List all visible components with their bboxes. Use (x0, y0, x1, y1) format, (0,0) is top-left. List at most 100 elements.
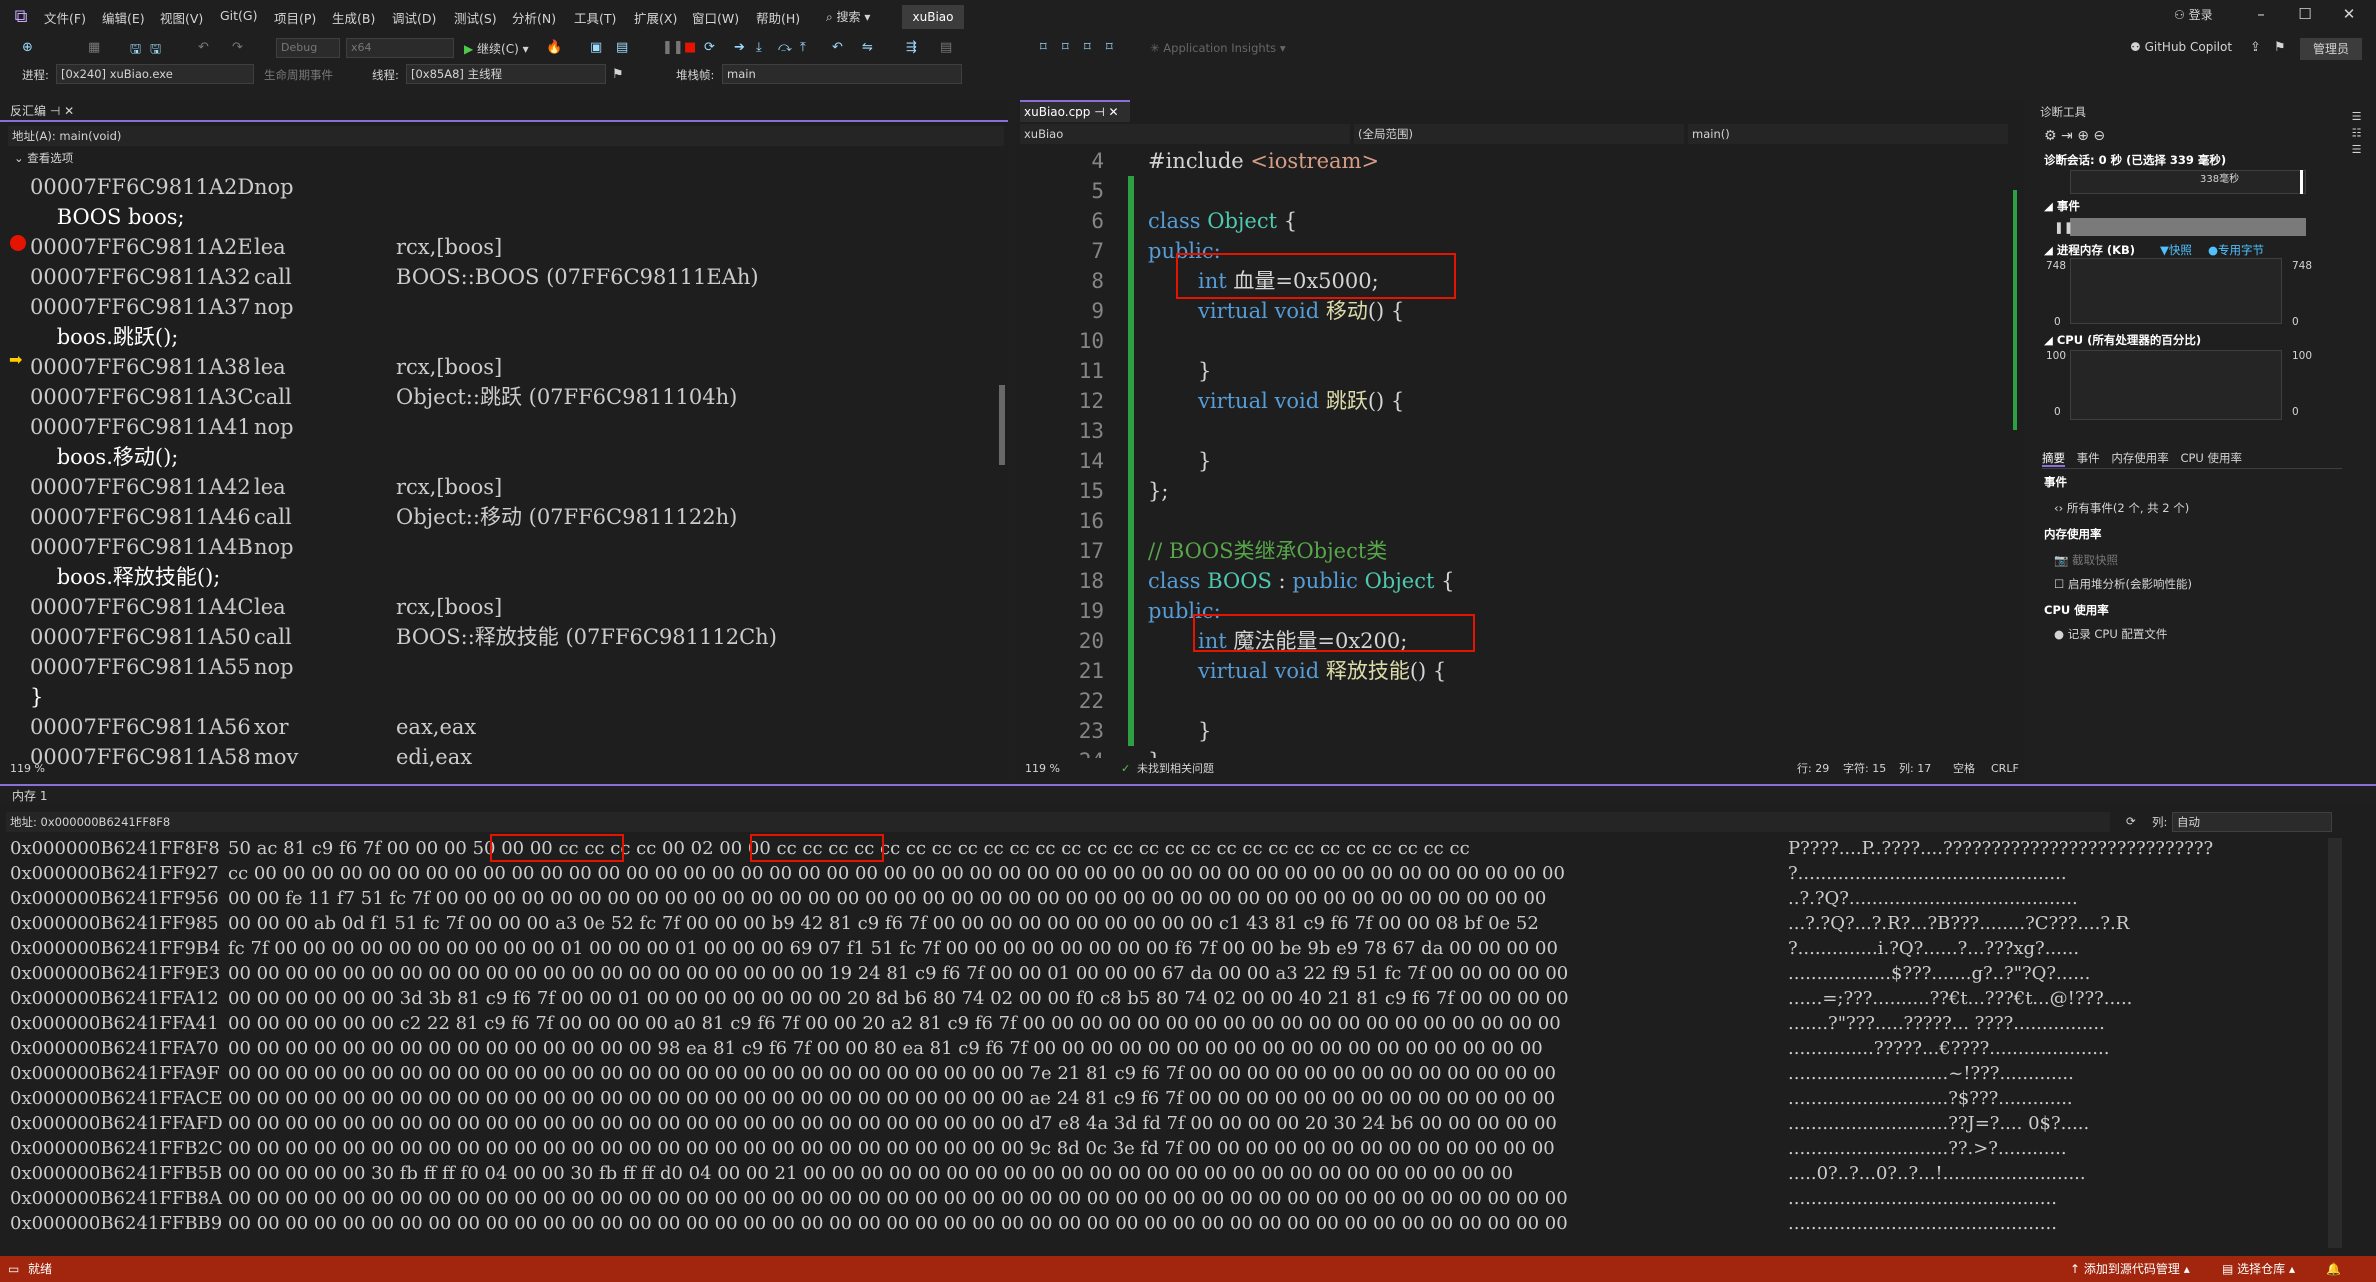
refresh-icon[interactable]: ⟳ (2126, 814, 2136, 828)
zoom-out-icon[interactable]: ⊖ (2093, 128, 2105, 144)
comment-icon[interactable]: ▤ (940, 40, 952, 55)
disassembly-zoom-level[interactable]: 119 % (10, 762, 45, 775)
pin-icon[interactable]: ⊣ (1094, 105, 1104, 119)
maximize-button[interactable]: ☐ (2290, 5, 2320, 23)
memory-bytes[interactable]: 50 ac 81 c9 f6 7f 00 00 00 50 00 00 cc c… (228, 836, 1788, 861)
memory-bytes[interactable]: 00 00 00 00 00 00 00 00 00 00 00 00 00 0… (228, 1111, 1788, 1136)
tab-summary[interactable]: 摘要 (2042, 451, 2065, 467)
export-icon[interactable]: ⇥ (2061, 128, 2073, 144)
memory-bytes[interactable]: 00 00 00 00 00 00 c2 22 81 c9 f6 7f 00 0… (228, 1011, 1788, 1036)
stop-debugging-icon[interactable]: ■ (684, 40, 696, 55)
undo-icon[interactable]: ↶ (198, 40, 209, 55)
memory-scrollbar[interactable] (2328, 838, 2342, 1248)
close-icon[interactable]: ✕ (64, 104, 74, 118)
close-icon[interactable]: ✕ (1109, 105, 1119, 119)
threads-icon[interactable]: ⇶ (906, 40, 917, 55)
menu-analyze[interactable]: 分析(N) (512, 8, 556, 27)
memory-address-input[interactable]: 0x000000B6241FF8F8 (41, 815, 171, 829)
enable-heap-profiling-checkbox[interactable]: ☐ 启用堆分析(会影响性能) (2054, 576, 2192, 592)
github-copilot-button[interactable]: ⚉ GitHub Copilot (2130, 40, 2232, 54)
browser-link-icon[interactable]: ▣ (590, 40, 602, 55)
stack-frame-select[interactable]: main (722, 64, 962, 84)
menu-project[interactable]: 项目(P) (274, 8, 316, 27)
step-over-icon[interactable]: ⤼ (778, 40, 792, 55)
menu-extensions[interactable]: 扩展(X) (634, 8, 677, 27)
tab-memory-1[interactable]: 内存 1 (12, 786, 47, 806)
tab-events[interactable]: 事件 (2077, 451, 2100, 465)
disassembly-address-bar[interactable]: 地址(A): main(void) (8, 126, 1004, 146)
debug-target-icon[interactable]: ▤ (616, 40, 628, 55)
memory-bytes[interactable]: 00 00 00 00 00 00 00 00 00 00 00 00 00 0… (228, 1211, 1788, 1236)
tab-disassembly[interactable]: 反汇编 ⊣ ✕ (10, 101, 74, 121)
menu-tools[interactable]: 工具(T) (574, 8, 616, 27)
settings-icon[interactable]: ⚙ (2044, 128, 2057, 144)
record-cpu-profile-button[interactable]: ● 记录 CPU 配置文件 (2054, 626, 2167, 642)
menu-git[interactable]: Git(G) (220, 8, 258, 23)
menu-file[interactable]: 文件(F) (44, 8, 86, 27)
memory-address-bar[interactable]: 地址: 0x000000B6241FF8F8 (6, 812, 2110, 832)
login-button[interactable]: ⚇ 登录 (2174, 6, 2213, 23)
process-select[interactable]: [0x240] xuBiao.exe (56, 64, 254, 84)
events-track[interactable] (2070, 218, 2306, 236)
memory-bytes[interactable]: cc 00 00 00 00 00 00 00 00 00 00 00 00 0… (228, 861, 1788, 886)
memory-bytes[interactable]: 00 00 00 00 00 00 00 00 00 00 00 00 00 0… (228, 1061, 1788, 1086)
select-repository-button[interactable]: ▤ 选择仓库 ▴ (2222, 1256, 2295, 1282)
notifications-icon[interactable]: 🔔 (2326, 1256, 2341, 1282)
save-all-icon[interactable]: 🖫 (150, 40, 161, 62)
take-snapshot-button[interactable]: 📷 截取快照 (2054, 552, 2118, 568)
next-bookmark-icon[interactable]: ⌑ (1084, 40, 1091, 55)
tab-xubiao-cpp[interactable]: xuBiao.cpp ⊣ ✕ (1020, 100, 1130, 122)
memory-bytes[interactable]: 00 00 00 ab 0d f1 51 fc 7f 00 00 00 a3 0… (228, 911, 1788, 936)
redo-icon[interactable]: ↷ (232, 40, 243, 55)
bookmark-icon[interactable]: ⌑ (1040, 40, 1047, 55)
flag-thread-icon[interactable]: ⚑ (612, 67, 624, 82)
memory-bytes[interactable]: 00 00 00 00 00 00 00 00 00 00 00 00 00 0… (228, 961, 1788, 986)
zoom-in-icon[interactable]: ⊕ (2077, 128, 2089, 144)
tab-memory-usage[interactable]: 内存使用率 (2111, 451, 2169, 465)
pause-icon[interactable]: ❚❚ (2054, 220, 2073, 234)
disassembly-scrollbar-thumb[interactable] (999, 385, 1005, 465)
menu-test[interactable]: 测试(S) (454, 8, 497, 27)
breakpoint-icon[interactable] (10, 235, 26, 251)
continue-button[interactable]: ▶ 继续(C) ▾ (464, 40, 529, 57)
platform-select[interactable]: x64 (346, 38, 454, 58)
editor-zoom-level[interactable]: 119 % (1025, 758, 1060, 780)
menu-help[interactable]: 帮助(H) (756, 8, 800, 27)
memory-bytes[interactable]: fc 7f 00 00 00 00 00 00 00 00 00 00 01 0… (228, 936, 1788, 961)
tab-cpu-usage[interactable]: CPU 使用率 (2180, 451, 2242, 465)
memory-bytes[interactable]: 00 00 00 00 00 00 00 00 00 00 00 00 00 0… (228, 1086, 1788, 1111)
side-tab-solution-explorer[interactable]: ☰ ☷ ☰ (2350, 110, 2363, 156)
step-back-icon[interactable]: ↶ (832, 40, 843, 55)
memory-chart[interactable] (2070, 258, 2282, 324)
new-project-icon[interactable]: ▦ (88, 40, 100, 55)
navigate-back-icon[interactable]: ⊕ (22, 40, 33, 55)
line-ending[interactable]: CRLF (1991, 758, 2019, 780)
diag-timeline[interactable] (2070, 170, 2306, 194)
prev-bookmark-icon[interactable]: ⌑ (1062, 40, 1069, 55)
break-all-icon[interactable]: ❚❚ (662, 40, 684, 55)
scope-navigation-select[interactable]: (全局范围) (1354, 124, 1684, 144)
pin-icon[interactable]: ⊣ (50, 104, 60, 118)
member-navigation-select[interactable]: main() (1688, 124, 2008, 144)
whitespace-mode[interactable]: 空格 (1953, 758, 1975, 780)
issues-status[interactable]: 未找到相关问题 (1137, 758, 1214, 780)
step-into-icon[interactable]: ⤓ (756, 40, 762, 55)
share-icon[interactable]: ⇪ (2250, 40, 2261, 55)
thread-select[interactable]: [0x85A8] 主线程 (406, 64, 606, 84)
feedback-icon[interactable]: ⚑ (2274, 40, 2286, 55)
memory-bytes[interactable]: 00 00 00 00 00 00 3d 3b 81 c9 f6 7f 00 0… (228, 986, 1788, 1011)
cpu-chart[interactable] (2070, 350, 2282, 420)
memory-bytes[interactable]: 00 00 00 00 00 00 00 00 00 00 00 00 00 0… (228, 1186, 1788, 1211)
menu-edit[interactable]: 编辑(E) (102, 8, 145, 27)
configuration-select[interactable]: Debug (276, 38, 340, 58)
show-next-statement-icon[interactable]: ➔ (734, 40, 745, 55)
save-icon[interactable]: 🖫 (130, 40, 141, 62)
columns-select[interactable]: 自动 (2172, 812, 2332, 832)
application-insights-button[interactable]: ✳ Application Insights ▾ (1150, 41, 1286, 55)
hot-reload-icon[interactable]: 🔥 (546, 40, 562, 55)
menu-view[interactable]: 视图(V) (160, 8, 203, 27)
memory-bytes[interactable]: 00 00 00 00 00 00 00 00 00 00 00 00 00 0… (228, 1136, 1788, 1161)
minimize-button[interactable]: – (2246, 5, 2276, 23)
close-window-button[interactable]: ✕ (2334, 5, 2364, 23)
menu-debug[interactable]: 调试(D) (392, 8, 436, 27)
